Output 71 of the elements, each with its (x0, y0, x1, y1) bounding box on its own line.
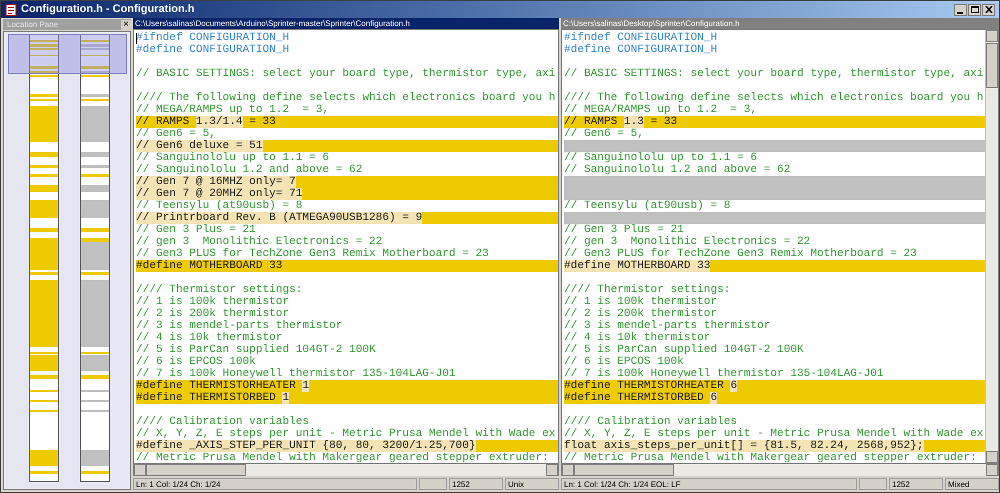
code-line: #define CONFIGURATION_H (136, 44, 290, 56)
code-line: // Sanguinololu 1.2 and above = 62 (136, 164, 364, 176)
document-icon (5, 4, 17, 16)
code-line: // BASIC SETTINGS: select your board type, thermistor type, axi (564, 68, 984, 80)
close-button[interactable] (982, 4, 995, 16)
code-line: // Sanguinololu up to 1.1 = 6 (564, 152, 758, 164)
code-line: // MEGA/RAMPS up to 1.2 = 3, (564, 104, 758, 116)
code-line: // Gen6 = 5, (564, 128, 645, 140)
code-line: // 4 is 10k thermistor (136, 332, 284, 344)
code-line: // 3 is mendel-parts thermistor (564, 320, 772, 332)
maximize-icon (970, 6, 978, 13)
code-line: //// Calibration variables (136, 416, 310, 428)
code-line: // X, Y, Z, E steps per unit - Metric Prusa Mendel with Wade ex (564, 428, 984, 440)
window-title: Configuration.h - Configuration.h (21, 2, 195, 18)
vertical-scrollbar[interactable] (985, 30, 998, 463)
minimize-icon (957, 12, 964, 14)
horizontal-scrollbar[interactable] (561, 464, 999, 476)
code-line: // 2 is 200k thermistor (136, 308, 290, 320)
code-line: // 5 is ParCan supplied 104GT-2 100K (136, 344, 377, 356)
code-line: // 7 is 100k Honeywell thermistor 135-104LAG-J01 (564, 368, 885, 380)
status-text: Ln: 1 Col: 1/24 Ch: 1/24 (133, 478, 417, 490)
code-line: // Teensylu (at90usb) = 8 (136, 200, 304, 212)
code-line: // X, Y, Z, E steps per unit - Metric Prusa Mendel with Wade ex (136, 428, 556, 440)
code-line: // Sanguinololu up to 1.1 = 6 (136, 152, 330, 164)
close-button[interactable]: × (121, 20, 131, 30)
status-panel (419, 478, 447, 490)
code-line: //// Calibration variables (564, 416, 738, 428)
code-line: #ifndef CONFIGURATION_H (564, 32, 718, 44)
code-line: //// The following define selects which electronics board you h (136, 92, 556, 104)
code-line: // 5 is ParCan supplied 104GT-2 100K (564, 344, 805, 356)
code-line: // Gen3 PLUS for TechZone Gen3 Remix Motherboard = 23 (564, 248, 918, 260)
code-line: // 7 is 100k Honeywell thermistor 135-104LAG-J01 (136, 368, 457, 380)
status-panel (859, 478, 887, 490)
code-line: // Teensylu (at90usb) = 8 (564, 200, 732, 212)
file-path-header: C:\Users\salinas\Documents\Arduino\Sprinter-master\Sprinter\Configuration.h (133, 18, 559, 29)
code-line: // gen 3 Monolithic Electronics = 22 (564, 236, 812, 248)
code-line: //// Thermistor settings: (136, 284, 304, 296)
code-line: // Metric Prusa Mendel with Makergear geared stepper extruder: (136, 452, 550, 463)
code-line: // Gen 3 Plus = 21 (564, 224, 685, 236)
code-line: // 4 is 10k thermistor (564, 332, 712, 344)
status-text: Unix (505, 478, 559, 490)
code-line: // 1 is 100k thermistor (564, 296, 718, 308)
minimize-button[interactable] (954, 4, 967, 16)
status-text: 1252 (449, 478, 503, 490)
code-line: // Sanguinololu 1.2 and above = 62 (564, 164, 792, 176)
code-line: // gen 3 Monolithic Electronics = 22 (136, 236, 384, 248)
code-line: // BASIC SETTINGS: select your board type, thermistor type, axi (136, 68, 556, 80)
status-text: 1252 (889, 478, 943, 490)
location-pane[interactable] (3, 31, 131, 490)
code-line: // Metric Prusa Mendel with Makergear geared stepper extruder: (564, 452, 978, 463)
code-line: // 1 is 100k thermistor (136, 296, 290, 308)
status-text: Ln: 1 Col: 1/24 Ch: 1/24 EOL: LF (561, 478, 857, 490)
code-line: #ifndef CONFIGURATION_H (136, 32, 290, 44)
code-line: // 3 is mendel-parts thermistor (136, 320, 344, 332)
code-line: // Gen3 PLUS for TechZone Gen3 Remix Motherboard = 23 (136, 248, 490, 260)
close-icon (984, 6, 992, 13)
code-line: // Gen 3 Plus = 21 (136, 224, 257, 236)
status-text: Mixed (945, 478, 999, 490)
code-line: //// Thermistor settings: (564, 284, 732, 296)
maximize-button[interactable] (968, 4, 981, 16)
code-line: // 2 is 200k thermistor (564, 308, 718, 320)
code-line: // 6 is EPCOS 100k (564, 356, 685, 368)
pane-title: Location Pane (6, 20, 60, 28)
viewport-marker[interactable] (8, 34, 127, 74)
code-line: #define CONFIGURATION_H (564, 44, 718, 56)
code-line: // 6 is EPCOS 100k (136, 356, 257, 368)
code-line: // Gen6 = 5, (136, 128, 217, 140)
file-path-header: C:\Users\salinas\Desktop\Sprinter\Configuration.h (561, 18, 999, 29)
code-line: //// The following define selects which electronics board you h (564, 92, 984, 104)
code-line: // MEGA/RAMPS up to 1.2 = 3, (136, 104, 330, 116)
horizontal-scrollbar[interactable] (133, 464, 559, 476)
